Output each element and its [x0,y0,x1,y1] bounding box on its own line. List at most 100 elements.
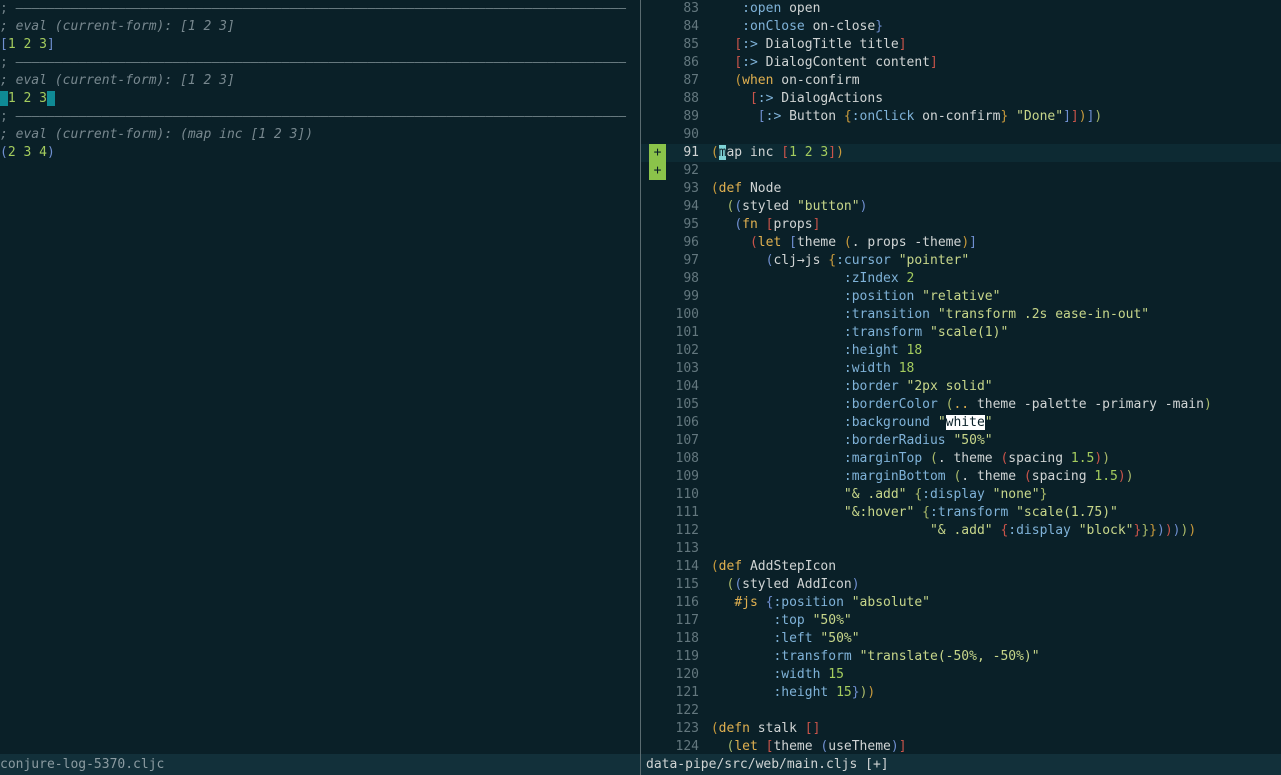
editor-line[interactable]: 105 :borderColor (.. theme -palette -pri… [641,396,1281,414]
editor-line[interactable]: 118 :left "50%" [641,630,1281,648]
sign-column [649,396,666,414]
editor-line[interactable]: 102 :height 18 [641,342,1281,360]
code-text: "& .add" {:display "block"}}}))))) [929,523,1197,538]
line-number: 97 [683,253,699,268]
sign-column [649,468,666,486]
log-line: ; ——————————————————————————————————————… [0,109,627,124]
code-text: (map inc [1 2 3]) [710,145,844,160]
code-text: :marginTop (. theme (spacing 1.5)) [843,451,1111,466]
sign-column [649,90,666,108]
editor-line[interactable]: 90 [641,126,1281,144]
line-number: 89 [683,109,699,124]
repl-log-pane[interactable]: ; ——————————————————————————————————————… [0,0,640,754]
editor-line[interactable]: 117 :top "50%" [641,612,1281,630]
line-number: 116 [675,595,699,610]
line-number: 96 [683,235,699,250]
line-number: 121 [675,685,699,700]
editor-line[interactable]: 95 (fn [props] [641,216,1281,234]
line-number: 99 [683,289,699,304]
line-number: 91 [683,145,699,160]
sign-column [649,522,666,540]
editor-line[interactable]: 87 (when on-confirm [641,72,1281,90]
line-number: 117 [675,613,699,628]
line-number: 88 [683,91,699,106]
sign-column [649,54,666,72]
sign-column [649,666,666,684]
line-number: 104 [675,379,699,394]
editor-line[interactable]: 113 [641,540,1281,558]
line-number: 109 [675,469,699,484]
editor-line[interactable]: 110 "& .add" {:display "none"} [641,486,1281,504]
editor-line[interactable]: 109 :marginBottom (. theme (spacing 1.5)… [641,468,1281,486]
code-text: :marginBottom (. theme (spacing 1.5)) [843,469,1134,484]
code-text: :position "relative" [843,289,1001,304]
editor-line[interactable]: 100 :transition "transform .2s ease-in-o… [641,306,1281,324]
editor-line[interactable]: +91 (map inc [1 2 3]) [641,144,1281,162]
line-number: 123 [675,721,699,736]
sign-column [649,432,666,450]
editor-line[interactable]: 85 [:> DialogTitle title] [641,36,1281,54]
code-text: [:> DialogActions [749,91,884,106]
editor-line[interactable]: 107 :borderRadius "50%" [641,432,1281,450]
editor-line[interactable]: 111 "&:hover" {:transform "scale(1.75)" [641,504,1281,522]
editor-line[interactable]: 88 [:> DialogActions [641,90,1281,108]
line-number: 86 [683,55,699,70]
editor-line[interactable]: 96 (let [theme (. props -theme)] [641,234,1281,252]
editor-line[interactable]: 99 :position "relative" [641,288,1281,306]
sign-column [649,126,666,144]
sign-column [649,648,666,666]
editor-line[interactable]: 116 #js {:position "absolute" [641,594,1281,612]
code-text: :height 18 [843,343,923,358]
editor-line[interactable]: 89 [:> Button {:onClick on-confirm} "Don… [641,108,1281,126]
right-buffer-name: data-pipe/src/web/main.cljs [+] [646,757,889,772]
log-cursor [46,91,55,106]
editor-line[interactable]: 86 [:> DialogContent content] [641,54,1281,72]
editor-line[interactable]: 121 :height 15})) [641,684,1281,702]
editor-line[interactable]: 84 :onClose on-close} [641,18,1281,36]
editor-line[interactable]: 101 :transform "scale(1)" [641,324,1281,342]
sign-column [649,72,666,90]
editor-line[interactable]: 123 (defn stalk [] [641,720,1281,738]
code-text: :width 18 [843,361,915,376]
status-bar-left: conjure-log-5370.cljc [0,754,640,775]
log-line: ; eval (current-form): [1 2 3] [0,73,235,88]
editor-line[interactable]: 93 (def Node [641,180,1281,198]
sign-column [649,486,666,504]
editor-line[interactable]: 112 "& .add" {:display "block"}}}))))) [641,522,1281,540]
editor-line[interactable]: 106 :background "white" [641,414,1281,432]
editor-line[interactable]: 114 (def AddStepIcon [641,558,1281,576]
sign-column [649,630,666,648]
editor-line[interactable]: 108 :marginTop (. theme (spacing 1.5)) [641,450,1281,468]
line-number: 114 [675,559,699,574]
code-text: :top "50%" [773,613,852,628]
editor-line[interactable]: 115 ((styled AddIcon) [641,576,1281,594]
line-number: 87 [683,73,699,88]
line-number: 83 [683,1,699,16]
editor-line[interactable]: 94 ((styled "button") [641,198,1281,216]
editor-line[interactable]: 119 :transform "translate(-50%, -50%)" [641,648,1281,666]
code-text: :borderColor (.. theme -palette -primary… [843,397,1212,412]
editor-line[interactable]: 120 :width 15 [641,666,1281,684]
line-number: 85 [683,37,699,52]
editor-line[interactable]: +92 [641,162,1281,180]
line-number: 115 [675,577,699,592]
editor-line[interactable]: 83 :open open [641,0,1281,18]
editor-line[interactable]: 97 (clj→js {:cursor "pointer" [641,252,1281,270]
editor-line[interactable]: 98 :zIndex 2 [641,270,1281,288]
line-number: 118 [675,631,699,646]
sign-column [649,108,666,126]
code-text: :width 15 [773,667,844,682]
log-line: ; ——————————————————————————————————————… [0,1,627,16]
line-number: 93 [683,181,699,196]
line-number: 90 [683,127,699,142]
code-text: :borderRadius "50%" [843,433,993,448]
editor-line[interactable]: 124 (let [theme (useTheme)] [641,738,1281,754]
code-text: :zIndex 2 [843,271,915,286]
editor-line[interactable]: 103 :width 18 [641,360,1281,378]
code-text: [:> DialogContent content] [734,55,938,70]
editor-pane[interactable]: 83 :open open 84 :onClose on-close} 85 [… [641,0,1281,754]
sign-column [649,234,666,252]
editor-line[interactable]: 104 :border "2px solid" [641,378,1281,396]
editor-line[interactable]: 122 [641,702,1281,720]
code-text: (let [theme (. props -theme)] [749,235,977,250]
